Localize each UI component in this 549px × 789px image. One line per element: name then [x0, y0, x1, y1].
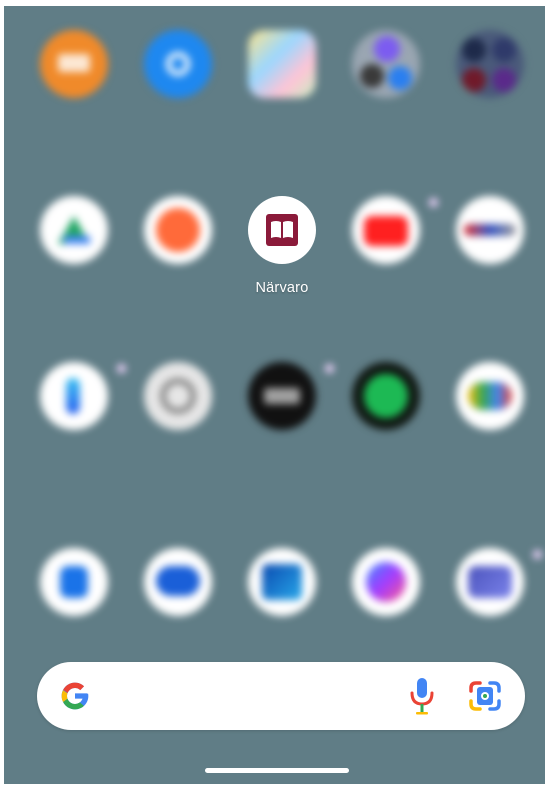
- google-maps-icon: [248, 30, 316, 98]
- app-row-4: [4, 548, 545, 668]
- gesture-nav-handle[interactable]: [205, 768, 349, 773]
- app-slot-podcasts[interactable]: [436, 362, 544, 482]
- app-slot-chatgpt[interactable]: [124, 362, 232, 482]
- google-search-bar[interactable]: [37, 662, 525, 730]
- app-slot-folder-2[interactable]: [436, 30, 544, 150]
- app-white-icon: [456, 196, 524, 264]
- app-row-1: ​: [4, 30, 545, 150]
- app-slot-black[interactable]: [228, 362, 336, 482]
- home-screen: ​: [4, 6, 545, 784]
- spotify-icon: [352, 362, 420, 430]
- app-slot-orange-bubble[interactable]: [124, 196, 232, 316]
- microphone-icon[interactable]: [407, 676, 437, 716]
- narvaro-app-icon[interactable]: [248, 196, 316, 264]
- google-drive-icon: [40, 196, 108, 264]
- narvaro-app-label: Närvaro: [255, 280, 309, 296]
- app-slot-teams[interactable]: [436, 548, 544, 668]
- app-slot-shazam[interactable]: [124, 30, 232, 150]
- app-slot-white[interactable]: [436, 196, 544, 316]
- app-slot-youtube[interactable]: [332, 196, 440, 316]
- app-folder-icon: [456, 30, 524, 98]
- outlook-icon: [248, 548, 316, 616]
- app-slot-drive[interactable]: [20, 196, 128, 316]
- app-slot-maps[interactable]: [228, 30, 336, 150]
- google-podcasts-icon: [456, 362, 524, 430]
- app-slot-messages[interactable]: [124, 548, 232, 668]
- teams-icon: [456, 548, 524, 616]
- google-g-icon: [61, 682, 89, 710]
- app-row-3: [4, 362, 545, 482]
- shazam-icon: [144, 30, 212, 98]
- google-lens-icon[interactable]: [467, 679, 503, 713]
- app-slot-outlook[interactable]: [228, 548, 336, 668]
- app-orange-icon: [40, 30, 108, 98]
- bing-icon: [40, 362, 108, 430]
- app-slot-messenger[interactable]: [332, 548, 440, 668]
- chatgpt-icon: [144, 362, 212, 430]
- app-slot-orange[interactable]: ​: [20, 30, 128, 150]
- app-orange-bubble-icon: [144, 196, 212, 264]
- app-row-2: Närvaro: [4, 196, 545, 316]
- notification-badge: [533, 550, 542, 559]
- app-folder-icon: [352, 30, 420, 98]
- app-slot-bing[interactable]: [20, 362, 128, 482]
- open-book-icon: [266, 214, 298, 246]
- messages-icon: [144, 548, 212, 616]
- app-slot-spotify[interactable]: [332, 362, 440, 482]
- youtube-icon: [352, 196, 420, 264]
- app-slot-narvaro[interactable]: Närvaro: [228, 196, 336, 316]
- app-slot-phone[interactable]: [20, 548, 128, 668]
- app-slot-folder-1[interactable]: [332, 30, 440, 150]
- app-black-icon: [248, 362, 316, 430]
- phone-icon: [40, 548, 108, 616]
- messenger-icon: [352, 548, 420, 616]
